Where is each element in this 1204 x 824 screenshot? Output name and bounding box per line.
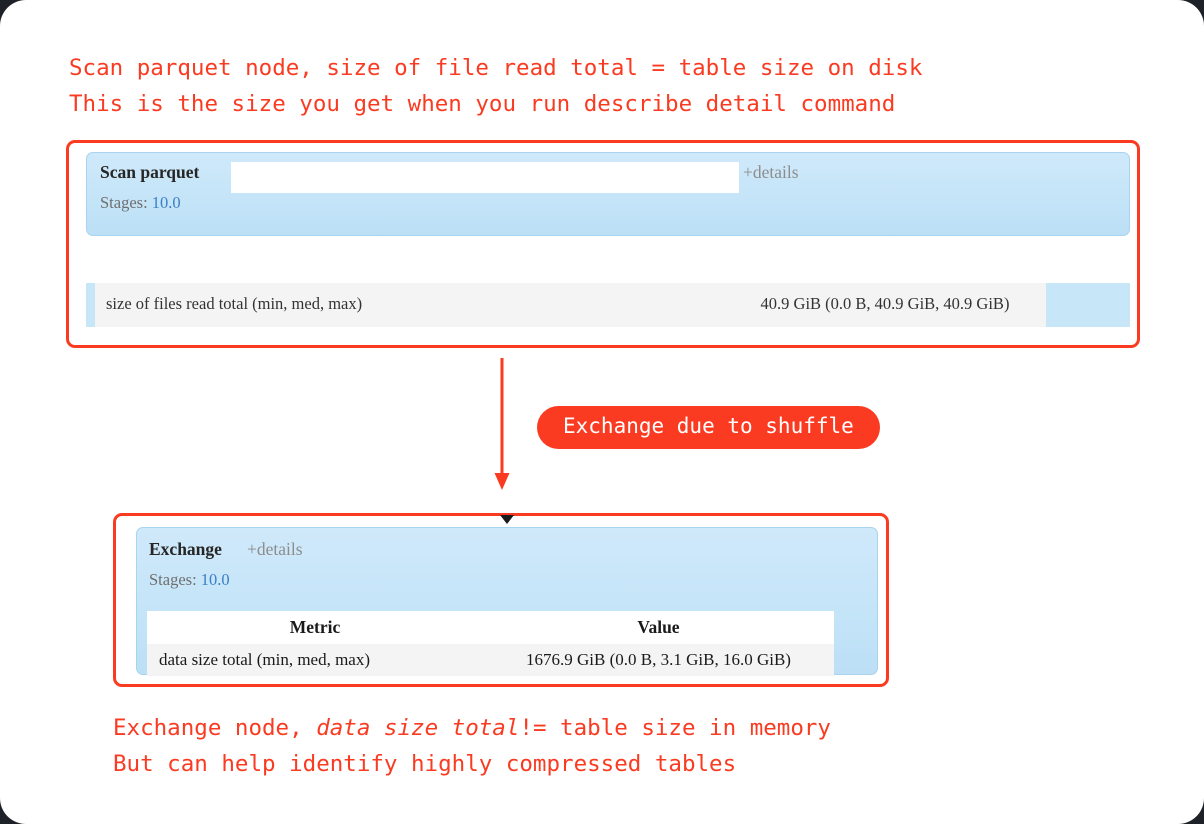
exchange-metrics-table: Metric Value data size total (min, med, … <box>147 611 834 676</box>
bottom-caption-emphasis: data size total <box>316 715 520 741</box>
scan-parquet-highlight-frame: Scan parquet +details Stages: 10.0 size … <box>66 140 1140 348</box>
column-header-metric: Metric <box>289 617 341 637</box>
bottom-caption-suffix: != table size in memory <box>519 715 831 741</box>
table-header-row: Metric Value <box>147 611 834 644</box>
flow-arrow-icon <box>494 358 510 490</box>
table-row: data size total (min, med, max) 1676.9 G… <box>147 644 834 676</box>
exchange-stages-label: Stages: <box>149 570 197 589</box>
redaction-overlay <box>231 162 739 193</box>
top-annotation-caption: Scan parquet node, size of file read tot… <box>69 50 922 122</box>
exchange-stages: Stages: 10.0 <box>149 570 230 590</box>
scan-metric-value: 40.9 GiB (0.0 B, 40.9 GiB, 40.9 GiB) <box>760 294 1010 313</box>
page-canvas: Scan parquet node, size of file read tot… <box>0 0 1204 824</box>
scan-parquet-node[interactable]: Scan parquet +details Stages: 10.0 <box>86 152 1130 236</box>
scan-parquet-stages-value[interactable]: 10.0 <box>152 193 181 212</box>
scan-parquet-metric-row: size of files read total (min, med, max)… <box>86 283 1130 327</box>
metric-row-right-strip <box>1046 283 1130 327</box>
top-caption-line-1: Scan parquet node, size of file read tot… <box>69 55 923 81</box>
scan-parquet-stages-label: Stages: <box>100 193 148 212</box>
exchange-shuffle-badge: Exchange due to shuffle <box>537 406 880 449</box>
metric-row-left-strip <box>86 283 95 327</box>
exchange-stages-value[interactable]: 10.0 <box>201 570 230 589</box>
exchange-node[interactable]: Exchange +details Stages: 10.0 Metric Va… <box>136 527 878 676</box>
column-header-value: Value <box>637 617 680 637</box>
scan-parquet-stages: Stages: 10.0 <box>100 193 181 213</box>
cell-metric-value: 1676.9 GiB (0.0 B, 3.1 GiB, 16.0 GiB) <box>526 650 791 669</box>
scan-metric-label: size of files read total (min, med, max) <box>106 294 363 313</box>
caret-down-icon[interactable] <box>500 515 514 524</box>
scan-parquet-details-link[interactable]: +details <box>743 162 799 183</box>
bottom-caption-line-2: But can help identify highly compressed … <box>113 751 737 777</box>
exchange-details-link[interactable]: +details <box>247 539 303 560</box>
exchange-highlight-frame: Exchange +details Stages: 10.0 Metric Va… <box>113 513 889 687</box>
bottom-caption-prefix: Exchange node, <box>113 715 317 741</box>
scan-parquet-node-title: Scan parquet <box>100 162 200 182</box>
top-caption-line-2: This is the size you get when you run de… <box>69 91 896 117</box>
exchange-node-title: Exchange <box>149 539 222 559</box>
bottom-caption-line-1: Exchange node, data size total!= table s… <box>113 715 831 741</box>
cell-metric-name: data size total (min, med, max) <box>159 650 371 669</box>
bottom-annotation-caption: Exchange node, data size total!= table s… <box>113 710 831 782</box>
